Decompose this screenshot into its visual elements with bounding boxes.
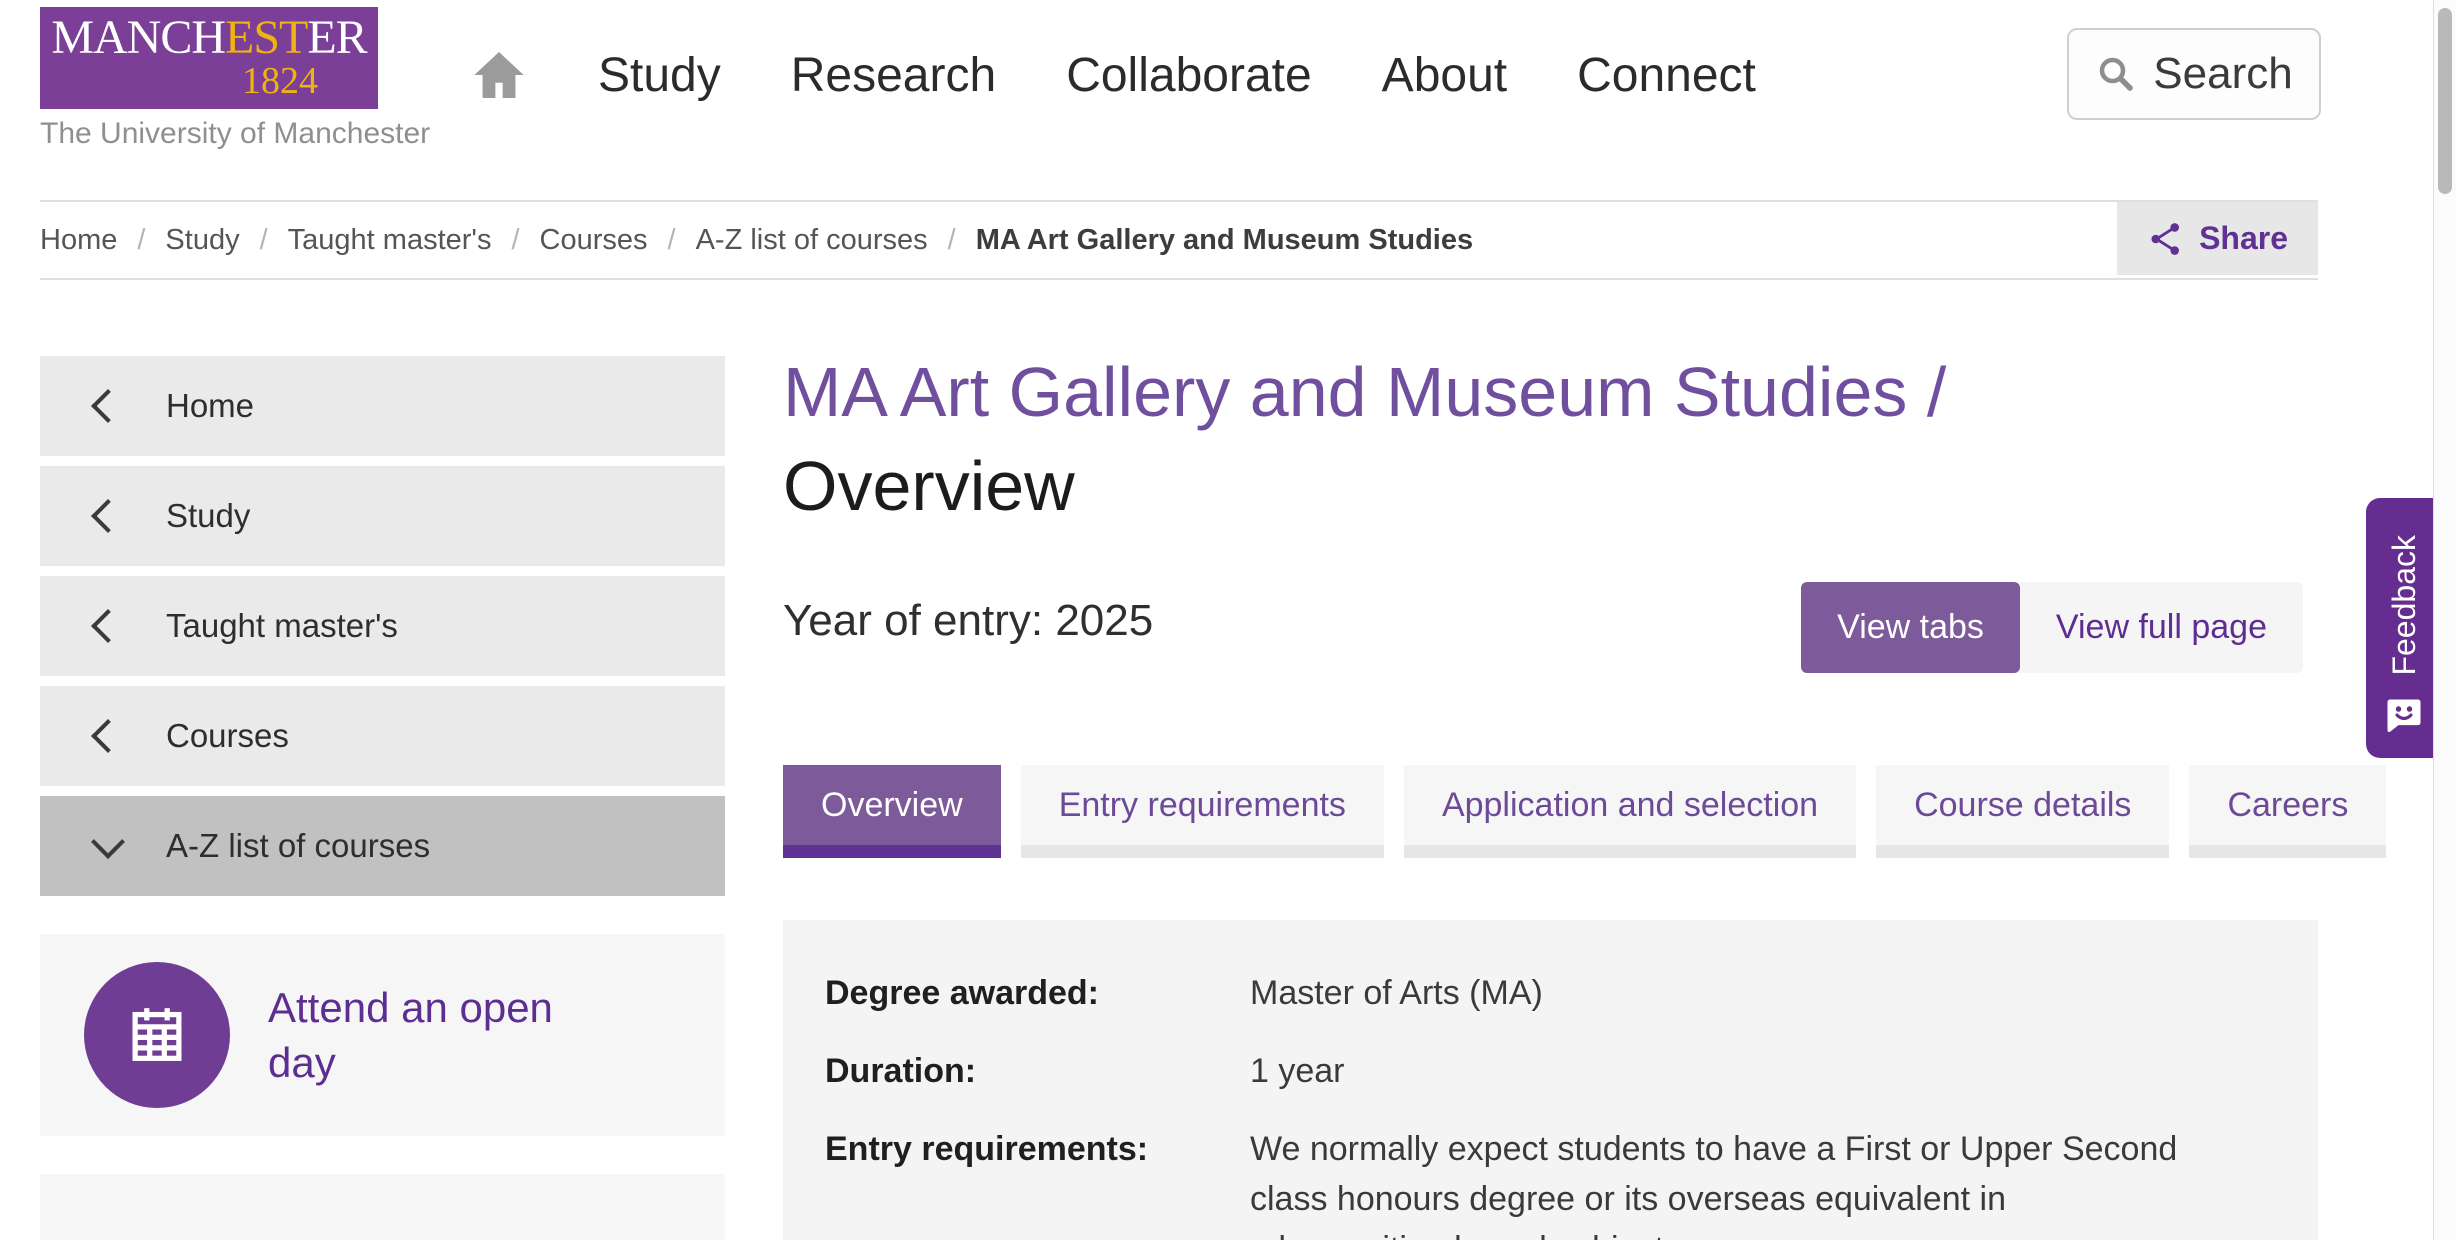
nav-link-about[interactable]: About xyxy=(1382,48,1507,103)
share-label: Share xyxy=(2199,220,2288,257)
logo-word: MANCHESTER xyxy=(51,15,366,61)
nav-link-collaborate[interactable]: Collaborate xyxy=(1066,48,1311,103)
chevron-left-icon xyxy=(91,499,125,533)
fact-row-entry-requirements: Entry requirements: We normally expect s… xyxy=(825,1124,2276,1240)
page-title-section: Overview xyxy=(783,447,1075,525)
breadcrumb-taught-masters[interactable]: Taught master's xyxy=(288,224,492,257)
calendar-icon xyxy=(122,1000,192,1070)
breadcrumb-separator: / xyxy=(668,224,676,257)
feedback-smiley-icon xyxy=(2381,694,2427,738)
home-icon xyxy=(470,46,528,104)
tab-overview[interactable]: Overview xyxy=(783,765,1001,858)
attend-open-day-card[interactable]: Attend an open day xyxy=(40,934,725,1136)
logo-tagline: The University of Manchester xyxy=(40,117,430,151)
breadcrumb-courses[interactable]: Courses xyxy=(540,224,648,257)
course-tabs: Overview Entry requirements Application … xyxy=(783,765,2386,858)
breadcrumb-separator: / xyxy=(511,224,519,257)
view-full-page-button[interactable]: View full page xyxy=(2020,582,2303,673)
breadcrumb-home[interactable]: Home xyxy=(40,224,117,257)
fact-label: Entry requirements: xyxy=(825,1124,1250,1240)
nav-link-research[interactable]: Research xyxy=(791,48,996,103)
nav-link-study[interactable]: Study xyxy=(598,48,721,103)
scrollbar-track[interactable] xyxy=(2433,0,2456,1240)
sidebar-item-label: Study xyxy=(166,497,250,535)
sidebar-item-taught-masters[interactable]: Taught master's xyxy=(40,576,725,676)
sidebar-item-label: Taught master's xyxy=(166,607,398,645)
logo-word-part: ER xyxy=(307,11,366,64)
tab-application-and-selection[interactable]: Application and selection xyxy=(1404,765,1856,858)
primary-nav: Study Research Collaborate About Connect xyxy=(470,30,1756,120)
share-button[interactable]: Share xyxy=(2117,202,2318,275)
search-label: Search xyxy=(2153,49,2292,99)
sidebar-item-az-list-of-courses[interactable]: A-Z list of courses xyxy=(40,796,725,896)
fact-row-degree: Degree awarded: Master of Arts (MA) xyxy=(825,968,2276,1018)
breadcrumb: Home / Study / Taught master's / Courses… xyxy=(40,200,2318,280)
sidebar-item-study[interactable]: Study xyxy=(40,466,725,566)
fact-label: Degree awarded: xyxy=(825,968,1250,1018)
logo-year: 1824 xyxy=(242,61,318,101)
page-title: MA Art Gallery and Museum Studies / Over… xyxy=(783,345,2343,533)
search-icon xyxy=(2095,53,2137,95)
feedback-label: Feedback xyxy=(2386,535,2423,676)
breadcrumb-study[interactable]: Study xyxy=(165,224,239,257)
fact-row-duration: Duration: 1 year xyxy=(825,1046,2276,1096)
sidebar-item-home[interactable]: Home xyxy=(40,356,725,456)
breadcrumb-separator: / xyxy=(260,224,268,257)
nav-link-connect[interactable]: Connect xyxy=(1577,48,1756,103)
sidebar-item-label: Courses xyxy=(166,717,289,755)
download-card[interactable]: Download xyxy=(40,1174,725,1240)
sidebar-item-label: Home xyxy=(166,387,254,425)
chevron-left-icon xyxy=(91,719,125,753)
sidebar-item-courses[interactable]: Courses xyxy=(40,686,725,786)
attend-open-day-label: Attend an open day xyxy=(268,980,608,1091)
breadcrumb-separator: / xyxy=(137,224,145,257)
fact-value: Master of Arts (MA) xyxy=(1250,968,1543,1018)
scrollbar-thumb[interactable] xyxy=(2438,8,2452,194)
calendar-icon-circle xyxy=(84,962,230,1108)
view-tabs-button[interactable]: View tabs xyxy=(1801,582,2020,673)
sidebar-item-label: A-Z list of courses xyxy=(166,827,430,865)
year-of-entry: Year of entry: 2025 xyxy=(783,596,1153,646)
page-title-course: MA Art Gallery and Museum Studies / xyxy=(783,353,1946,431)
search-button[interactable]: Search xyxy=(2067,28,2321,120)
logo-word-part: MANCH xyxy=(51,11,225,64)
fact-value: We normally expect students to have a Fi… xyxy=(1250,1124,2177,1240)
chevron-left-icon xyxy=(91,609,125,643)
share-icon xyxy=(2147,220,2185,258)
logo-wordmark: MANCHESTER 1824 xyxy=(40,7,378,109)
course-facts-panel: Degree awarded: Master of Arts (MA) Dura… xyxy=(783,920,2318,1240)
nav-home-button[interactable] xyxy=(470,46,528,104)
page: MANCHESTER 1824 The University of Manche… xyxy=(0,0,2456,1240)
fact-label: Duration: xyxy=(825,1046,1250,1096)
tab-careers[interactable]: Careers xyxy=(2189,765,2386,858)
tab-entry-requirements[interactable]: Entry requirements xyxy=(1021,765,1384,858)
chevron-down-icon xyxy=(91,825,125,859)
university-logo[interactable]: MANCHESTER 1824 The University of Manche… xyxy=(40,7,430,151)
tab-course-details[interactable]: Course details xyxy=(1876,765,2169,858)
feedback-tab[interactable]: Feedback xyxy=(2366,498,2442,758)
breadcrumb-az-list[interactable]: A-Z list of courses xyxy=(696,224,928,257)
fact-value: 1 year xyxy=(1250,1046,1345,1096)
chevron-left-icon xyxy=(91,389,125,423)
view-toggle: View tabs View full page xyxy=(1801,582,2303,673)
breadcrumb-separator: / xyxy=(948,224,956,257)
breadcrumb-current-page: MA Art Gallery and Museum Studies xyxy=(976,224,1473,257)
logo-word-gold: EST xyxy=(225,11,307,64)
